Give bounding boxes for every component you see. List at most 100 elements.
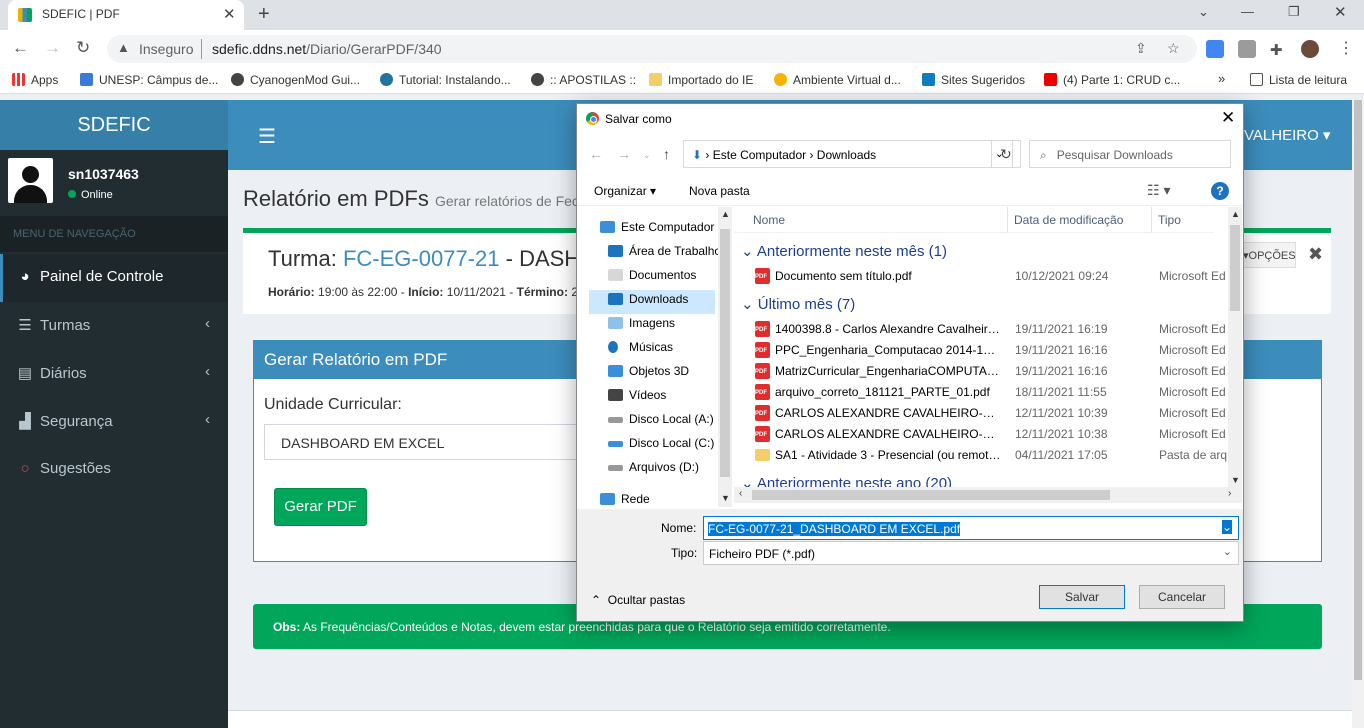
- tree-scrollbar[interactable]: ▲ ▼: [718, 207, 732, 507]
- page-scrollbar[interactable]: [1352, 100, 1364, 728]
- bookmarks-overflow-icon[interactable]: »: [1218, 71, 1225, 86]
- file-row[interactable]: CARLOS ALEXANDRE CAVALHEIRO-29-1...12/11…: [753, 424, 1233, 445]
- url-text[interactable]: sdefic.ddns.net/Diario/GerarPDF/340: [212, 41, 442, 57]
- group-header[interactable]: ⌄ Último mês (7): [741, 295, 855, 313]
- recent-dropdown-icon[interactable]: ⌄: [643, 150, 651, 161]
- view-options-icon[interactable]: ☷ ▾: [1147, 182, 1170, 199]
- filetype-select[interactable]: Ficheiro PDF (*.pdf) ⌄: [703, 541, 1239, 565]
- browser-tab[interactable]: SDEFIC | PDF ✕: [8, 0, 244, 30]
- organizar-menu[interactable]: Organizar ▾: [594, 184, 656, 198]
- bookmark-youtube[interactable]: (4) Parte 1: CRUD c...: [1044, 73, 1180, 87]
- group-header[interactable]: ⌄ Anteriormente neste mês (1): [741, 242, 947, 260]
- share-icon[interactable]: ⇪: [1135, 40, 1147, 57]
- tree-item-3d-objects[interactable]: Objetos 3D: [608, 364, 689, 378]
- bookmark-sites-sugeridos[interactable]: Sites Sugeridos: [922, 73, 1025, 87]
- refresh-button[interactable]: ↻: [991, 140, 1021, 168]
- dialog-close-icon[interactable]: ✕: [1221, 108, 1235, 128]
- translate-extension-icon[interactable]: [1206, 40, 1224, 58]
- tree-item-images[interactable]: Imagens: [608, 316, 675, 330]
- sidebar-item-sugestoes[interactable]: ○ Sugestões: [0, 446, 228, 494]
- nome-label: Nome:: [661, 521, 697, 535]
- close-icon[interactable]: ✖: [1308, 244, 1323, 265]
- sidebar-item-turmas[interactable]: ☰ Turmas ‹: [0, 302, 228, 350]
- gerar-pdf-button[interactable]: Gerar PDF: [274, 488, 367, 526]
- tab-search-icon[interactable]: ⌄: [1198, 4, 1209, 20]
- menu-kebab-icon[interactable]: ⋮: [1338, 38, 1354, 58]
- tree-item-computer[interactable]: Este Computador: [600, 220, 714, 234]
- breadcrumb[interactable]: ⬇ › Este Computador › Downloads ⌄: [683, 140, 1013, 168]
- forward-arrow-icon[interactable]: →: [617, 146, 631, 162]
- dialog-toolbar: [577, 176, 1243, 206]
- warning-icon[interactable]: ▲: [117, 40, 130, 55]
- tree-item-disk-d[interactable]: Arquivos (D:): [608, 460, 699, 474]
- uc-label: Unidade Curricular:: [264, 396, 402, 413]
- column-name[interactable]: Nome: [753, 213, 785, 227]
- column-date[interactable]: Data de modificação: [1014, 213, 1123, 227]
- window-close-icon[interactable]: ✕: [1334, 3, 1347, 21]
- tree-item-documents[interactable]: Documentos: [608, 268, 696, 282]
- chrome-icon: [586, 112, 599, 125]
- tree-item-videos[interactable]: Vídeos: [608, 388, 666, 402]
- top-user-menu[interactable]: VALHEIRO ▾: [1244, 126, 1330, 144]
- tree-item-disk-c[interactable]: Disco Local (C:): [608, 436, 714, 450]
- up-arrow-icon[interactable]: ↑: [663, 146, 670, 162]
- user-name: sn1037463: [68, 166, 139, 182]
- sidebar-item-painel[interactable]: ◕ Painel de Controle: [0, 254, 228, 302]
- back-icon[interactable]: ←: [12, 38, 29, 58]
- tree-item-disk-a[interactable]: Disco Local (A:): [608, 412, 714, 426]
- search-downloads-input[interactable]: ⌕ Pesquisar Downloads: [1029, 140, 1231, 168]
- tree-item-music[interactable]: Músicas: [608, 340, 673, 354]
- pdf-extension-icon[interactable]: [1238, 40, 1256, 58]
- bookmark-ambiente-virtual[interactable]: Ambiente Virtual d...: [774, 73, 901, 87]
- close-tab-icon[interactable]: ✕: [223, 5, 236, 23]
- insecure-label: Inseguro: [139, 41, 194, 57]
- file-row[interactable]: CARLOS ALEXANDRE CAVALHEIRO-29-1...12/11…: [753, 403, 1233, 424]
- bookmark-tutorial[interactable]: Tutorial: Instalando...: [380, 73, 511, 87]
- profile-avatar[interactable]: [1301, 40, 1319, 58]
- cancelar-button[interactable]: Cancelar: [1139, 585, 1225, 609]
- app-logo[interactable]: SDEFIC: [0, 100, 228, 150]
- chevron-down-icon[interactable]: ⌄: [1221, 520, 1232, 534]
- column-type[interactable]: Tipo: [1158, 213, 1181, 227]
- horizontal-scrollbar[interactable]: ‹ ›: [734, 487, 1242, 503]
- file-row[interactable]: SA1 - Atividade 3 - Presencial (ou remot…: [753, 445, 1233, 466]
- chevron-down-icon[interactable]: ⌄: [1223, 545, 1232, 558]
- back-arrow-icon[interactable]: ←: [589, 146, 603, 162]
- sidebar-item-seguranca[interactable]: ▟ Segurança ‹: [0, 398, 228, 446]
- ocultar-pastas-toggle[interactable]: ⌃ Ocultar pastas: [591, 593, 685, 607]
- minimize-icon[interactable]: —: [1241, 4, 1254, 19]
- extensions-puzzle-icon[interactable]: ✚: [1270, 41, 1288, 59]
- tree-item-network[interactable]: Rede: [600, 492, 650, 506]
- file-row[interactable]: PPC_Engenharia_Computacao 2014-16 - ...1…: [753, 340, 1233, 361]
- file-row[interactable]: 1400398.8 - Carlos Alexandre Cavalheiro.…: [753, 319, 1233, 340]
- forward-icon[interactable]: →: [44, 38, 61, 58]
- file-row[interactable]: Documento sem título.pdf10/12/2021 09:24…: [753, 266, 1233, 287]
- filename-input[interactable]: FC-EG-0077-21_DASHBOARD EM EXCEL.pdf ⌄: [703, 516, 1239, 540]
- tree-item-downloads[interactable]: Downloads: [608, 292, 688, 306]
- bookmark-apostilas[interactable]: :: APOSTILAS ::: [531, 73, 636, 87]
- bookmark-apps[interactable]: Apps: [12, 73, 58, 87]
- file-list-scrollbar[interactable]: ▲ ▼: [1228, 207, 1242, 487]
- save-as-dialog: Salvar como ✕ ← → ⌄ ↑ ⬇ › Este Computado…: [576, 103, 1244, 622]
- restore-icon[interactable]: ❐: [1288, 4, 1300, 20]
- pdf-file-icon: [755, 426, 770, 442]
- bookmark-cyanogenmod[interactable]: CyanogenMod Gui...: [231, 73, 360, 87]
- bookmark-unesp[interactable]: UNESP: Câmpus de...: [80, 73, 218, 87]
- opcoes-button[interactable]: ▾OPÇÕES: [1240, 242, 1296, 268]
- list-icon: ☰: [18, 317, 32, 334]
- reload-icon[interactable]: ↻: [76, 38, 90, 58]
- file-row[interactable]: MatrizCurricular_EngenhariaCOMPUTA_...19…: [753, 361, 1233, 382]
- star-icon[interactable]: ☆: [1167, 40, 1180, 57]
- dialog-title: Salvar como: [605, 112, 672, 126]
- hamburger-icon[interactable]: ☰: [258, 124, 276, 149]
- nova-pasta-button[interactable]: Nova pasta: [689, 184, 750, 198]
- help-icon[interactable]: ?: [1211, 182, 1229, 200]
- salvar-button[interactable]: Salvar: [1039, 585, 1125, 609]
- bookmark-folder-ie[interactable]: Importado do IE: [649, 73, 753, 87]
- file-row[interactable]: arquivo_correto_181121_PARTE_01.pdf18/11…: [753, 382, 1233, 403]
- reading-list[interactable]: Lista de leitura: [1250, 73, 1347, 87]
- new-tab-icon[interactable]: +: [258, 3, 270, 26]
- omnibox[interactable]: ▲ Inseguro sdefic.ddns.net/Diario/GerarP…: [107, 35, 1197, 63]
- tree-item-desktop[interactable]: Área de Trabalho: [608, 244, 721, 258]
- sidebar-item-diarios[interactable]: ▤ Diários ‹: [0, 350, 228, 398]
